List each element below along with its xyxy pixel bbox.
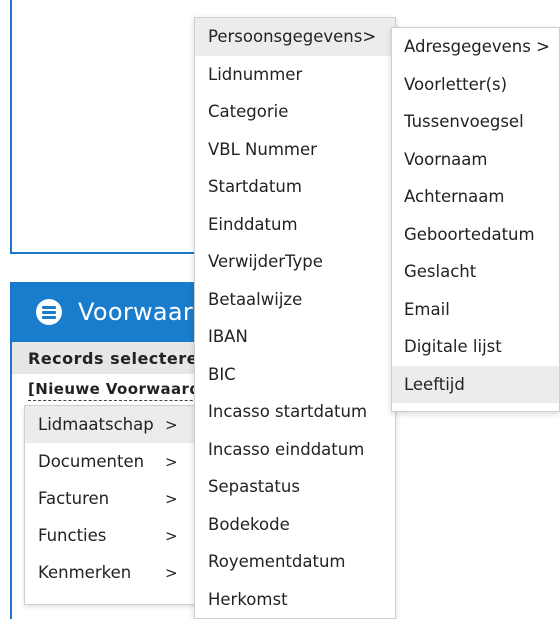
field-item-royementdatum[interactable]: Royementdatum [195,543,395,581]
submenu-arrow: > [165,452,178,471]
field-item-verwijdertype[interactable]: VerwijderType [195,243,395,281]
menu-item-lidmaatschap[interactable]: Lidmaatschap > [25,406,195,443]
list-circle-icon[interactable] [36,299,62,325]
new-condition-link[interactable]: [Nieuwe Voorwaarde] [28,380,219,401]
field-item-iban[interactable]: IBAN [195,318,395,356]
sub-item-geboortedatum[interactable]: Geboortedatum [392,216,559,254]
menu-item-label: Facturen [38,489,110,508]
sub-item-digitale-lijst[interactable]: Digitale lijst [392,328,559,366]
field-item-persoonsgegevens[interactable]: Persoonsgegevens> [195,18,395,56]
menu-item-label: Lidmaatschap [38,415,154,434]
field-menu: Persoonsgegevens> Lidnummer Categorie VB… [194,17,396,619]
category-menu: Lidmaatschap > Documenten > Facturen > F… [24,405,196,605]
field-item-bodekode[interactable]: Bodekode [195,506,395,544]
field-item-incasso-einddatum[interactable]: Incasso einddatum [195,431,395,469]
menu-item-functies[interactable]: Functies > [25,517,195,554]
menu-item-facturen[interactable]: Facturen > [25,480,195,517]
field-item-startdatum[interactable]: Startdatum [195,168,395,206]
persoonsgegevens-submenu: Adresgegevens > Voorletter(s) Tussenvoeg… [391,27,560,412]
field-item-einddatum[interactable]: Einddatum [195,206,395,244]
sub-item-adresgegevens[interactable]: Adresgegevens > [392,28,559,66]
field-item-categorie[interactable]: Categorie [195,93,395,131]
submenu-arrow: > [165,563,178,582]
field-item-herkomst[interactable]: Herkomst [195,581,395,619]
menu-item-label: Documenten [38,452,145,471]
sub-item-leeftijd[interactable]: Leeftijd [392,365,559,403]
field-item-incasso-startdatum[interactable]: Incasso startdatum [195,393,395,431]
field-item-vbl-nummer[interactable]: VBL Nummer [195,131,395,169]
submenu-arrow: > [165,489,178,508]
sub-item-achternaam[interactable]: Achternaam [392,178,559,216]
field-item-sepastatus[interactable]: Sepastatus [195,468,395,506]
field-item-lidnummer[interactable]: Lidnummer [195,56,395,94]
menu-item-label: Functies [38,526,107,545]
sub-item-email[interactable]: Email [392,291,559,329]
field-item-betaalwijze[interactable]: Betaalwijze [195,281,395,319]
menu-item-label: Kenmerken [38,563,132,582]
sub-item-tussenvoegsel[interactable]: Tussenvoegsel [392,103,559,141]
field-item-bic[interactable]: BIC [195,356,395,394]
submenu-arrow: > [165,526,178,545]
sub-item-geslacht[interactable]: Geslacht [392,253,559,291]
submenu-arrow: > [165,415,178,434]
sub-item-voorletters[interactable]: Voorletter(s) [392,66,559,104]
sub-item-voornaam[interactable]: Voornaam [392,141,559,179]
menu-item-kenmerken[interactable]: Kenmerken > [25,554,195,591]
menu-item-documenten[interactable]: Documenten > [25,443,195,480]
